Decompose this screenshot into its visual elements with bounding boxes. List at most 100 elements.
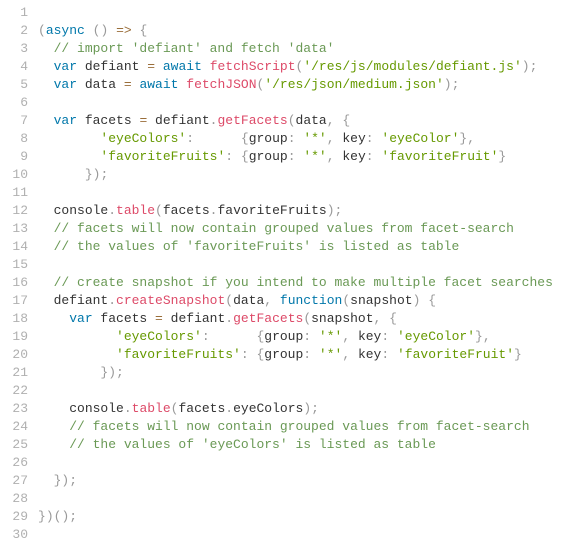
- indentation: [38, 41, 54, 56]
- token-str: 'eyeColors': [116, 329, 202, 344]
- indentation: [38, 437, 69, 452]
- token-pn: :: [225, 149, 233, 164]
- token-str: 'eyeColor': [381, 131, 459, 146]
- code-line: });: [38, 472, 581, 490]
- line-number: 16: [0, 274, 28, 292]
- token-pn: :: [303, 329, 311, 344]
- line-number: 21: [0, 364, 28, 382]
- token-id: favoriteFruits: [217, 203, 326, 218]
- token-id: snapshot: [350, 293, 412, 308]
- token-str: '*': [303, 149, 326, 164]
- line-number: 30: [0, 526, 28, 544]
- token-pn: ,: [327, 113, 335, 128]
- token-pn: }: [38, 509, 46, 524]
- line-number: 25: [0, 436, 28, 454]
- code-line: [38, 4, 581, 22]
- indentation: [38, 77, 54, 92]
- token-kw: await: [163, 59, 202, 74]
- token-pn: :: [303, 347, 311, 362]
- token-id: key: [335, 149, 366, 164]
- line-number: 9: [0, 148, 28, 166]
- line-number: 18: [0, 310, 28, 328]
- token-pn: ): [108, 365, 116, 380]
- token-pn: ;: [335, 203, 343, 218]
- code-line: })();: [38, 508, 581, 526]
- line-number: 29: [0, 508, 28, 526]
- token-pn: (: [155, 203, 163, 218]
- token-pn: .: [225, 401, 233, 416]
- line-number: 28: [0, 490, 28, 508]
- code-line: [38, 490, 581, 508]
- code-line: 'favoriteFruits': {group: '*', key: 'fav…: [38, 346, 581, 364]
- token-id: [108, 23, 116, 38]
- token-id: facets: [163, 203, 210, 218]
- token-pn: :: [241, 347, 249, 362]
- indentation: [38, 239, 54, 254]
- token-pn: .: [225, 311, 233, 326]
- token-pn: ,: [264, 293, 272, 308]
- token-id: data: [77, 77, 124, 92]
- token-com: // the values of 'favoriteFruits' is lis…: [54, 239, 460, 254]
- token-str: 'favoriteFruit': [397, 347, 514, 362]
- code-line: [38, 526, 581, 544]
- line-number: 22: [0, 382, 28, 400]
- token-com: // create snapshot if you intend to make…: [54, 275, 553, 290]
- token-com: // import 'defiant' and fetch 'data': [54, 41, 335, 56]
- code-line: [38, 454, 581, 472]
- token-id: group: [249, 149, 288, 164]
- token-fn: table: [116, 203, 155, 218]
- token-com: // facets will now contain grouped value…: [69, 419, 529, 434]
- code-line: defiant.createSnapshot(data, function(sn…: [38, 292, 581, 310]
- line-number: 1: [0, 4, 28, 22]
- token-id: facets: [77, 113, 139, 128]
- indentation: [38, 203, 54, 218]
- token-pn: {: [140, 23, 148, 38]
- token-pn: }: [475, 329, 483, 344]
- token-id: [389, 347, 397, 362]
- token-str: 'favoriteFruit': [381, 149, 498, 164]
- token-pn: {: [389, 311, 397, 326]
- token-pn: :: [381, 329, 389, 344]
- token-fn: getFacets: [217, 113, 287, 128]
- token-pn: :: [366, 131, 374, 146]
- code-line: [38, 94, 581, 112]
- token-pn: (: [342, 293, 350, 308]
- token-pn: :: [366, 149, 374, 164]
- line-number: 20: [0, 346, 28, 364]
- code-line: });: [38, 364, 581, 382]
- token-fn: fetchScript: [210, 59, 296, 74]
- token-kw: var: [69, 311, 92, 326]
- token-kw: var: [54, 113, 77, 128]
- line-number: 14: [0, 238, 28, 256]
- indentation: [38, 59, 54, 74]
- token-fn: getFacets: [233, 311, 303, 326]
- token-str: '/res/js/modules/defiant.js': [303, 59, 521, 74]
- token-id: data: [296, 113, 327, 128]
- indentation: [38, 221, 54, 236]
- token-pn: ): [522, 59, 530, 74]
- token-op: =: [124, 77, 132, 92]
- token-pn: {: [428, 293, 436, 308]
- token-op: =>: [116, 23, 132, 38]
- token-kw: var: [54, 77, 77, 92]
- line-number: 5: [0, 76, 28, 94]
- line-number: 24: [0, 418, 28, 436]
- code-line: var data = await fetchJSON('/res/json/me…: [38, 76, 581, 94]
- token-pn: {: [241, 149, 249, 164]
- token-com: // facets will now contain grouped value…: [54, 221, 514, 236]
- code-line: // facets will now contain grouped value…: [38, 418, 581, 436]
- code-line: 'eyeColors': {group: '*', key: 'eyeColor…: [38, 130, 581, 148]
- token-pn: ): [303, 401, 311, 416]
- token-pn: ): [444, 77, 452, 92]
- indentation: [38, 149, 100, 164]
- token-pn: }: [498, 149, 506, 164]
- token-pn: {: [241, 131, 249, 146]
- token-pn: {: [342, 113, 350, 128]
- token-pn: ;: [69, 509, 77, 524]
- token-id: group: [264, 329, 303, 344]
- token-pn: ;: [100, 167, 108, 182]
- code-line: (async () => {: [38, 22, 581, 40]
- code-line: // the values of 'eyeColors' is listed a…: [38, 436, 581, 454]
- token-pn: :: [186, 131, 194, 146]
- token-com: // the values of 'eyeColors' is listed a…: [69, 437, 436, 452]
